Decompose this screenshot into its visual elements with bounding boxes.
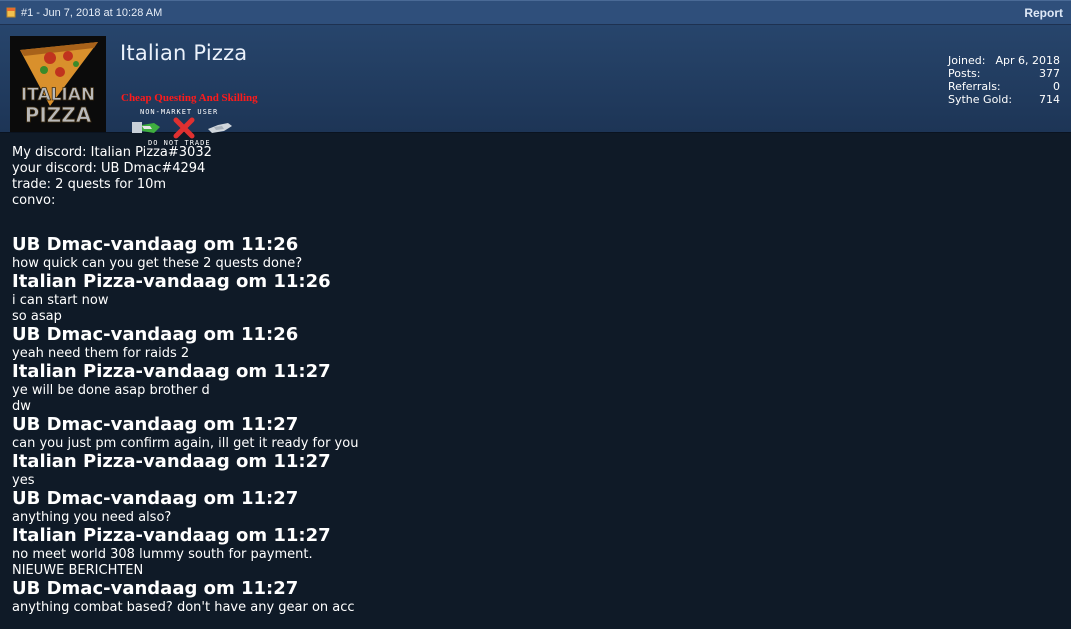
message-line: no meet world 308 lummy south for paymen… [12, 547, 313, 562]
post-meta-group: #1 - Jun 7, 2018 at 10:28 AM [6, 7, 162, 19]
post-header-bar: #1 - Jun 7, 2018 at 10:28 AM Report [0, 0, 1071, 25]
message-line: dw [12, 399, 31, 414]
stat-label: Sythe Gold: [948, 93, 1013, 106]
username[interactable]: Italian Pizza [120, 41, 247, 65]
stat-label: Referrals: [948, 80, 1001, 93]
post-body: My discord: Italian Pizza#3032 your disc… [0, 133, 1071, 616]
stat-value: 714 [1039, 93, 1060, 106]
stat-sythe-gold: Sythe Gold: 714 [948, 93, 1060, 106]
badge-caption-bottom: DO NOT TRADE [148, 139, 211, 147]
stat-posts: Posts: 377 [948, 67, 1060, 80]
handshake-left-icon [132, 122, 160, 133]
stat-value: 0 [1053, 80, 1060, 93]
report-link[interactable]: Report [1024, 6, 1063, 20]
message-line: NIEUWE BERICHTEN [12, 563, 144, 578]
intro-line: convo: [12, 193, 56, 208]
message-header: Italian Pizza-vandaag om 11:27 [12, 451, 331, 472]
stat-value: 377 [1039, 67, 1060, 80]
message-header: Italian Pizza-vandaag om 11:26 [12, 271, 331, 292]
intro-line: trade: 2 quests for 10m [12, 177, 167, 192]
post-permalink[interactable]: #1 - Jun 7, 2018 at 10:28 AM [21, 7, 162, 19]
message-header: UB Dmac-vandaag om 11:27 [12, 414, 299, 435]
avatar-logo-text-2: PIZZA [25, 103, 92, 127]
avatar[interactable]: ITALIAN PIZZA [10, 36, 106, 132]
message-line: yeah need them for raids 2 [12, 346, 190, 361]
message-line: anything you need also? [12, 510, 172, 525]
new-post-icon [6, 7, 16, 18]
message-header: UB Dmac-vandaag om 11:26 [12, 234, 299, 255]
message-line: so asap [12, 309, 62, 324]
message-header: UB Dmac-vandaag om 11:26 [12, 324, 299, 345]
avatar-logo-text-1: ITALIAN [21, 85, 95, 105]
message-line: how quick can you get these 2 quests don… [12, 256, 303, 271]
message-header: Italian Pizza-vandaag om 11:27 [12, 361, 331, 382]
intro-line: your discord: UB Dmac#4294 [12, 161, 206, 176]
trade-badges: NON-MARKET USER DO NOT TRADE [128, 108, 234, 148]
stat-label: Joined: [948, 54, 986, 67]
cross-icon [173, 117, 195, 139]
message-line: ye will be done asap brother d [12, 383, 210, 398]
user-stats: Joined: Apr 6, 2018 Posts: 377 Referrals… [948, 54, 1060, 106]
stat-value: Apr 6, 2018 [995, 54, 1060, 67]
badge-caption-top: NON-MARKET USER [140, 108, 219, 116]
message-line: yes [12, 473, 35, 488]
handshake-right-icon [208, 123, 232, 133]
message-line: anything combat based? don't have any ge… [12, 600, 355, 615]
message-header: Italian Pizza-vandaag om 11:27 [12, 525, 331, 546]
user-info-bar: ITALIAN PIZZA Italian Pizza Cheap Questi… [0, 25, 1071, 147]
pizza-avatar-icon: ITALIAN PIZZA [10, 36, 106, 132]
user-title: Cheap Questing And Skilling [121, 92, 258, 104]
stat-joined: Joined: Apr 6, 2018 [948, 54, 1060, 67]
message-header: UB Dmac-vandaag om 11:27 [12, 578, 299, 599]
message-header: UB Dmac-vandaag om 11:27 [12, 488, 299, 509]
message-line: i can start now [12, 293, 109, 308]
stat-label: Posts: [948, 67, 981, 80]
message-line: can you just pm confirm again, ill get i… [12, 436, 359, 451]
stat-referrals: Referrals: 0 [948, 80, 1060, 93]
